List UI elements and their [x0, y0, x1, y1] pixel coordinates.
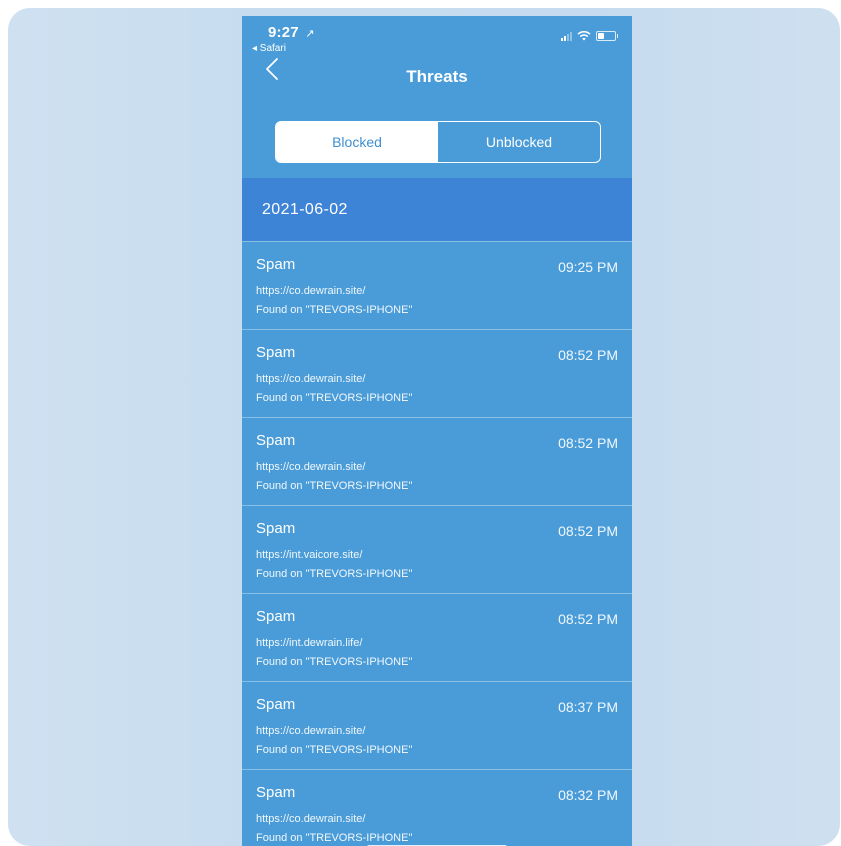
threat-row[interactable]: Spam 08:52 PM https://co.dewrain.site/ F…: [242, 329, 632, 417]
cellular-signal-icon: [561, 31, 572, 41]
threat-device: Found on "TREVORS-IPHONE": [256, 304, 413, 316]
threat-device: Found on "TREVORS-IPHONE": [256, 744, 413, 756]
page-title: Threats: [406, 67, 468, 86]
status-time: 9:27 ↗: [268, 24, 315, 41]
status-icons: [561, 31, 618, 41]
threat-row[interactable]: Spam 08:37 PM https://co.dewrain.site/ F…: [242, 681, 632, 769]
threat-type: Spam: [256, 608, 296, 625]
threat-row[interactable]: Spam 08:32 PM https://co.dewrain.site/ F…: [242, 769, 632, 846]
threat-time: 08:52 PM: [558, 611, 618, 627]
threat-url: https://co.dewrain.site/: [256, 725, 366, 737]
threat-type: Spam: [256, 256, 296, 273]
date-section-header: 2021-06-02: [242, 178, 632, 241]
threat-url: https://co.dewrain.site/: [256, 285, 366, 297]
threat-time: 09:25 PM: [558, 259, 618, 275]
threat-type: Spam: [256, 696, 296, 713]
threat-row[interactable]: Spam 08:52 PM https://int.vaicore.site/ …: [242, 505, 632, 593]
screenshot-frame: 9:27 ↗ ◂ Safari Threats Blocked Unblocke…: [8, 8, 840, 846]
threat-time: 08:52 PM: [558, 347, 618, 363]
threat-url: https://co.dewrain.site/: [256, 461, 366, 473]
threat-url: https://co.dewrain.site/: [256, 813, 366, 825]
threat-device: Found on "TREVORS-IPHONE": [256, 832, 413, 844]
tab-blocked[interactable]: Blocked: [276, 122, 438, 162]
threat-time: 08:32 PM: [558, 787, 618, 803]
threat-device: Found on "TREVORS-IPHONE": [256, 656, 413, 668]
back-to-app-link[interactable]: ◂ Safari: [252, 43, 286, 54]
date-header-text: 2021-06-02: [262, 200, 348, 218]
threat-device: Found on "TREVORS-IPHONE": [256, 568, 413, 580]
tab-unblocked[interactable]: Unblocked: [438, 122, 600, 162]
threat-row[interactable]: Spam 09:25 PM https://co.dewrain.site/ F…: [242, 241, 632, 329]
threat-url: https://co.dewrain.site/: [256, 373, 366, 385]
threat-time: 08:52 PM: [558, 523, 618, 539]
threat-type: Spam: [256, 520, 296, 537]
location-arrow-icon: ↗: [305, 28, 315, 40]
threat-type: Spam: [256, 344, 296, 361]
threat-list: Spam 09:25 PM https://co.dewrain.site/ F…: [242, 241, 632, 846]
threat-type: Spam: [256, 432, 296, 449]
threat-device: Found on "TREVORS-IPHONE": [256, 480, 413, 492]
threat-type: Spam: [256, 784, 296, 801]
wifi-icon: [577, 31, 591, 41]
threat-time: 08:37 PM: [558, 699, 618, 715]
blocked-segmented-control: Blocked Unblocked: [275, 121, 601, 163]
threat-row[interactable]: Spam 08:52 PM https://co.dewrain.site/ F…: [242, 417, 632, 505]
threat-url: https://int.vaicore.site/: [256, 549, 363, 561]
threat-url: https://int.dewrain.life/: [256, 637, 363, 649]
threat-row[interactable]: Spam 08:52 PM https://int.dewrain.life/ …: [242, 593, 632, 681]
battery-icon: [596, 31, 618, 41]
phone-screen: 9:27 ↗ ◂ Safari Threats Blocked Unblocke…: [242, 16, 632, 846]
threat-device: Found on "TREVORS-IPHONE": [256, 392, 413, 404]
status-time-text: 9:27: [268, 24, 299, 41]
threat-time: 08:52 PM: [558, 435, 618, 451]
